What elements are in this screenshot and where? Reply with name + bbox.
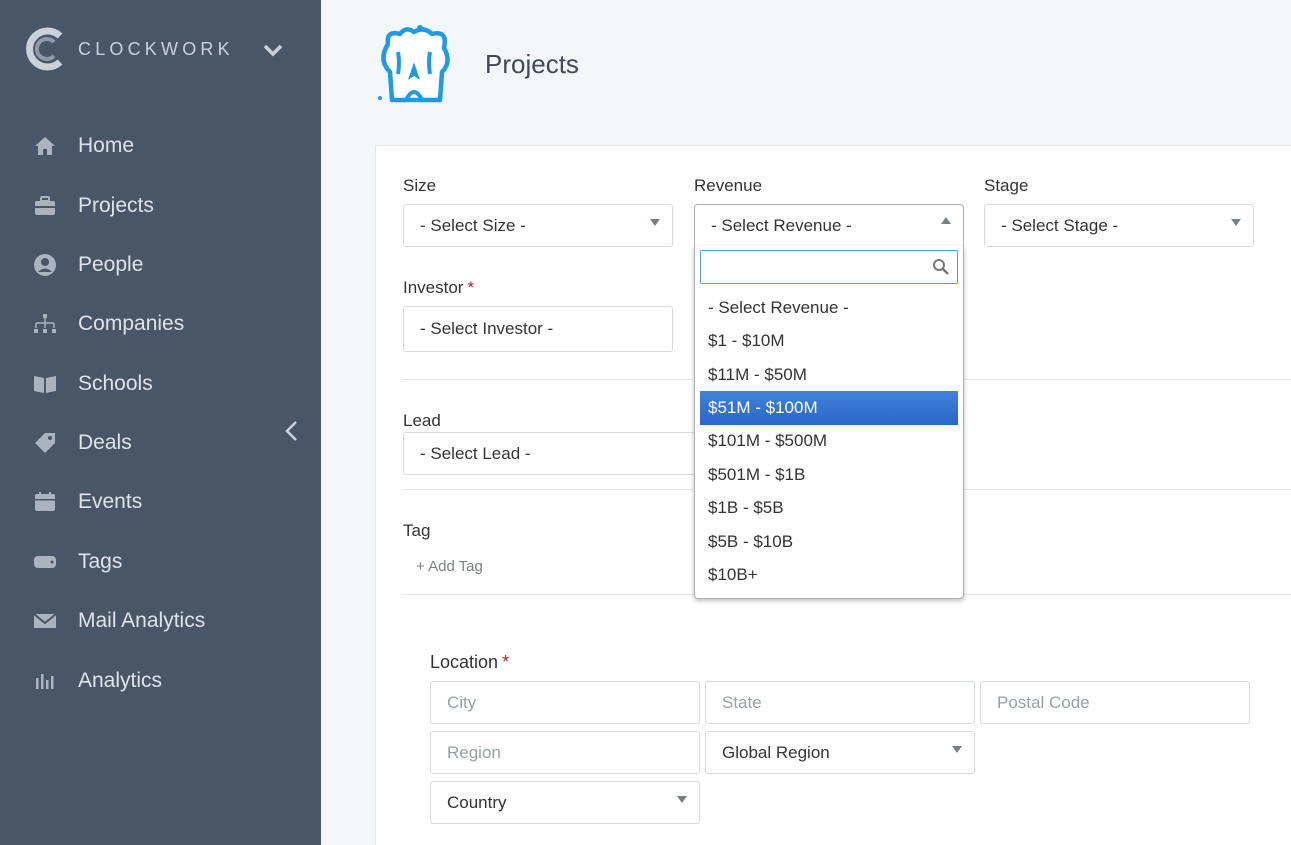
sidebar-item-label: Companies (78, 312, 185, 335)
revenue-search-input[interactable] (707, 251, 927, 281)
caret-down-icon (952, 746, 962, 753)
country-value: Country (447, 792, 507, 812)
sidebar-item-label: Projects (78, 194, 154, 217)
sidebar-item-label: Tags (78, 550, 123, 573)
required-marker: * (467, 278, 475, 297)
stage-select-value: - Select Stage - (1001, 215, 1119, 235)
revenue-option[interactable]: $10B+ (700, 558, 958, 592)
postal-code-input[interactable] (980, 681, 1250, 724)
sidebar-item-companies[interactable]: Companies (0, 298, 321, 350)
chevron-down-icon[interactable] (262, 42, 284, 58)
revenue-option[interactable]: $101M - $500M (700, 424, 958, 458)
sidebar-item-people[interactable]: People (0, 239, 321, 291)
revenue-label: Revenue (694, 176, 763, 195)
stage-label: Stage (984, 176, 1029, 195)
tag-label: Tag (403, 521, 431, 540)
sidebar-item-label: Schools (78, 372, 153, 395)
tag-icon (33, 431, 57, 455)
sidebar-item-label: Analytics (78, 669, 163, 692)
brand[interactable]: CLOCKWORK (24, 26, 234, 72)
sidebar-item-tags[interactable]: Tags (0, 536, 321, 588)
revenue-option[interactable]: - Select Revenue - (700, 291, 958, 325)
sidebar-item-home[interactable]: Home (0, 120, 321, 172)
investor-select-value: - Select Investor - (420, 319, 554, 338)
clockwork-logo-icon (26, 27, 63, 71)
revenue-option-highlighted[interactable]: $51M - $100M (700, 391, 958, 425)
location-label: Location * (430, 652, 509, 673)
sidebar-item-mail-analytics[interactable]: Mail Analytics (0, 595, 321, 647)
sidebar-item-schools[interactable]: Schools (0, 358, 321, 410)
brand-name: CLOCKWORK (78, 38, 234, 59)
size-label: Size (403, 176, 437, 195)
sidebar-item-label: People (78, 253, 144, 276)
revenue-select-value: - Select Revenue - (711, 215, 852, 235)
revenue-option[interactable]: $1 - $10M (700, 324, 958, 358)
chevron-left-icon[interactable] (282, 418, 302, 444)
global-region-select[interactable]: Global Region (705, 731, 975, 774)
sidebar-item-projects[interactable]: Projects (0, 180, 321, 232)
revenue-option[interactable]: $5B - $10B (700, 525, 958, 559)
location-label-text: Location (430, 652, 499, 672)
book-icon (33, 372, 57, 396)
label-icon (33, 550, 57, 574)
briefcase-icon (33, 194, 57, 218)
mail-icon (33, 609, 57, 633)
sidebar-item-label: Deals (78, 431, 132, 454)
lead-label: Lead (403, 411, 441, 430)
sidebar-item-analytics[interactable]: Analytics (0, 655, 321, 707)
region-input[interactable] (430, 731, 700, 774)
sidebar-item-deals[interactable]: Deals (0, 417, 321, 469)
lead-select[interactable]: - Select Lead - (403, 432, 695, 475)
caret-down-icon (650, 219, 660, 226)
investor-label-text: Investor (403, 278, 464, 297)
revenue-select[interactable]: - Select Revenue - (694, 204, 964, 247)
revenue-dropdown: - Select Revenue - $1 - $10M $11M - $50M… (694, 246, 964, 599)
investor-select[interactable]: - Select Investor - (403, 306, 673, 352)
caret-down-icon (677, 796, 687, 803)
home-icon (33, 134, 57, 158)
sidebar-item-label: Mail Analytics (78, 609, 206, 632)
revenue-option[interactable]: $11M - $50M (700, 358, 958, 392)
sidebar-item-events[interactable]: Events (0, 476, 321, 528)
required-marker: * (502, 652, 510, 672)
search-icon (933, 259, 949, 275)
sidebar: CLOCKWORK Home Projects People Companies… (0, 0, 321, 845)
global-region-value: Global Region (722, 742, 830, 762)
bar-chart-icon (33, 669, 57, 693)
size-select[interactable]: - Select Size - (403, 204, 673, 247)
size-select-value: - Select Size - (420, 215, 526, 235)
calendar-icon (33, 490, 57, 514)
country-select[interactable]: Country (430, 781, 700, 824)
revenue-option[interactable]: $501M - $1B (700, 458, 958, 492)
caret-up-icon (941, 217, 951, 224)
page-title: Projects (485, 49, 579, 79)
revenue-search-box[interactable] (700, 250, 958, 284)
sidebar-item-label: Home (78, 134, 135, 157)
projects-mascot-icon (378, 25, 450, 103)
lead-select-value: - Select Lead - (420, 443, 531, 463)
org-chart-icon (33, 312, 57, 336)
add-tag-link[interactable]: + Add Tag (416, 558, 483, 575)
stage-select[interactable]: - Select Stage - (984, 204, 1254, 247)
investor-label: Investor * (403, 278, 474, 298)
city-input[interactable] (430, 681, 700, 724)
person-icon (33, 253, 57, 277)
revenue-option[interactable]: $1B - $5B (700, 491, 958, 525)
caret-down-icon (1231, 219, 1241, 226)
sidebar-item-label: Events (78, 490, 143, 513)
state-input[interactable] (705, 681, 975, 724)
